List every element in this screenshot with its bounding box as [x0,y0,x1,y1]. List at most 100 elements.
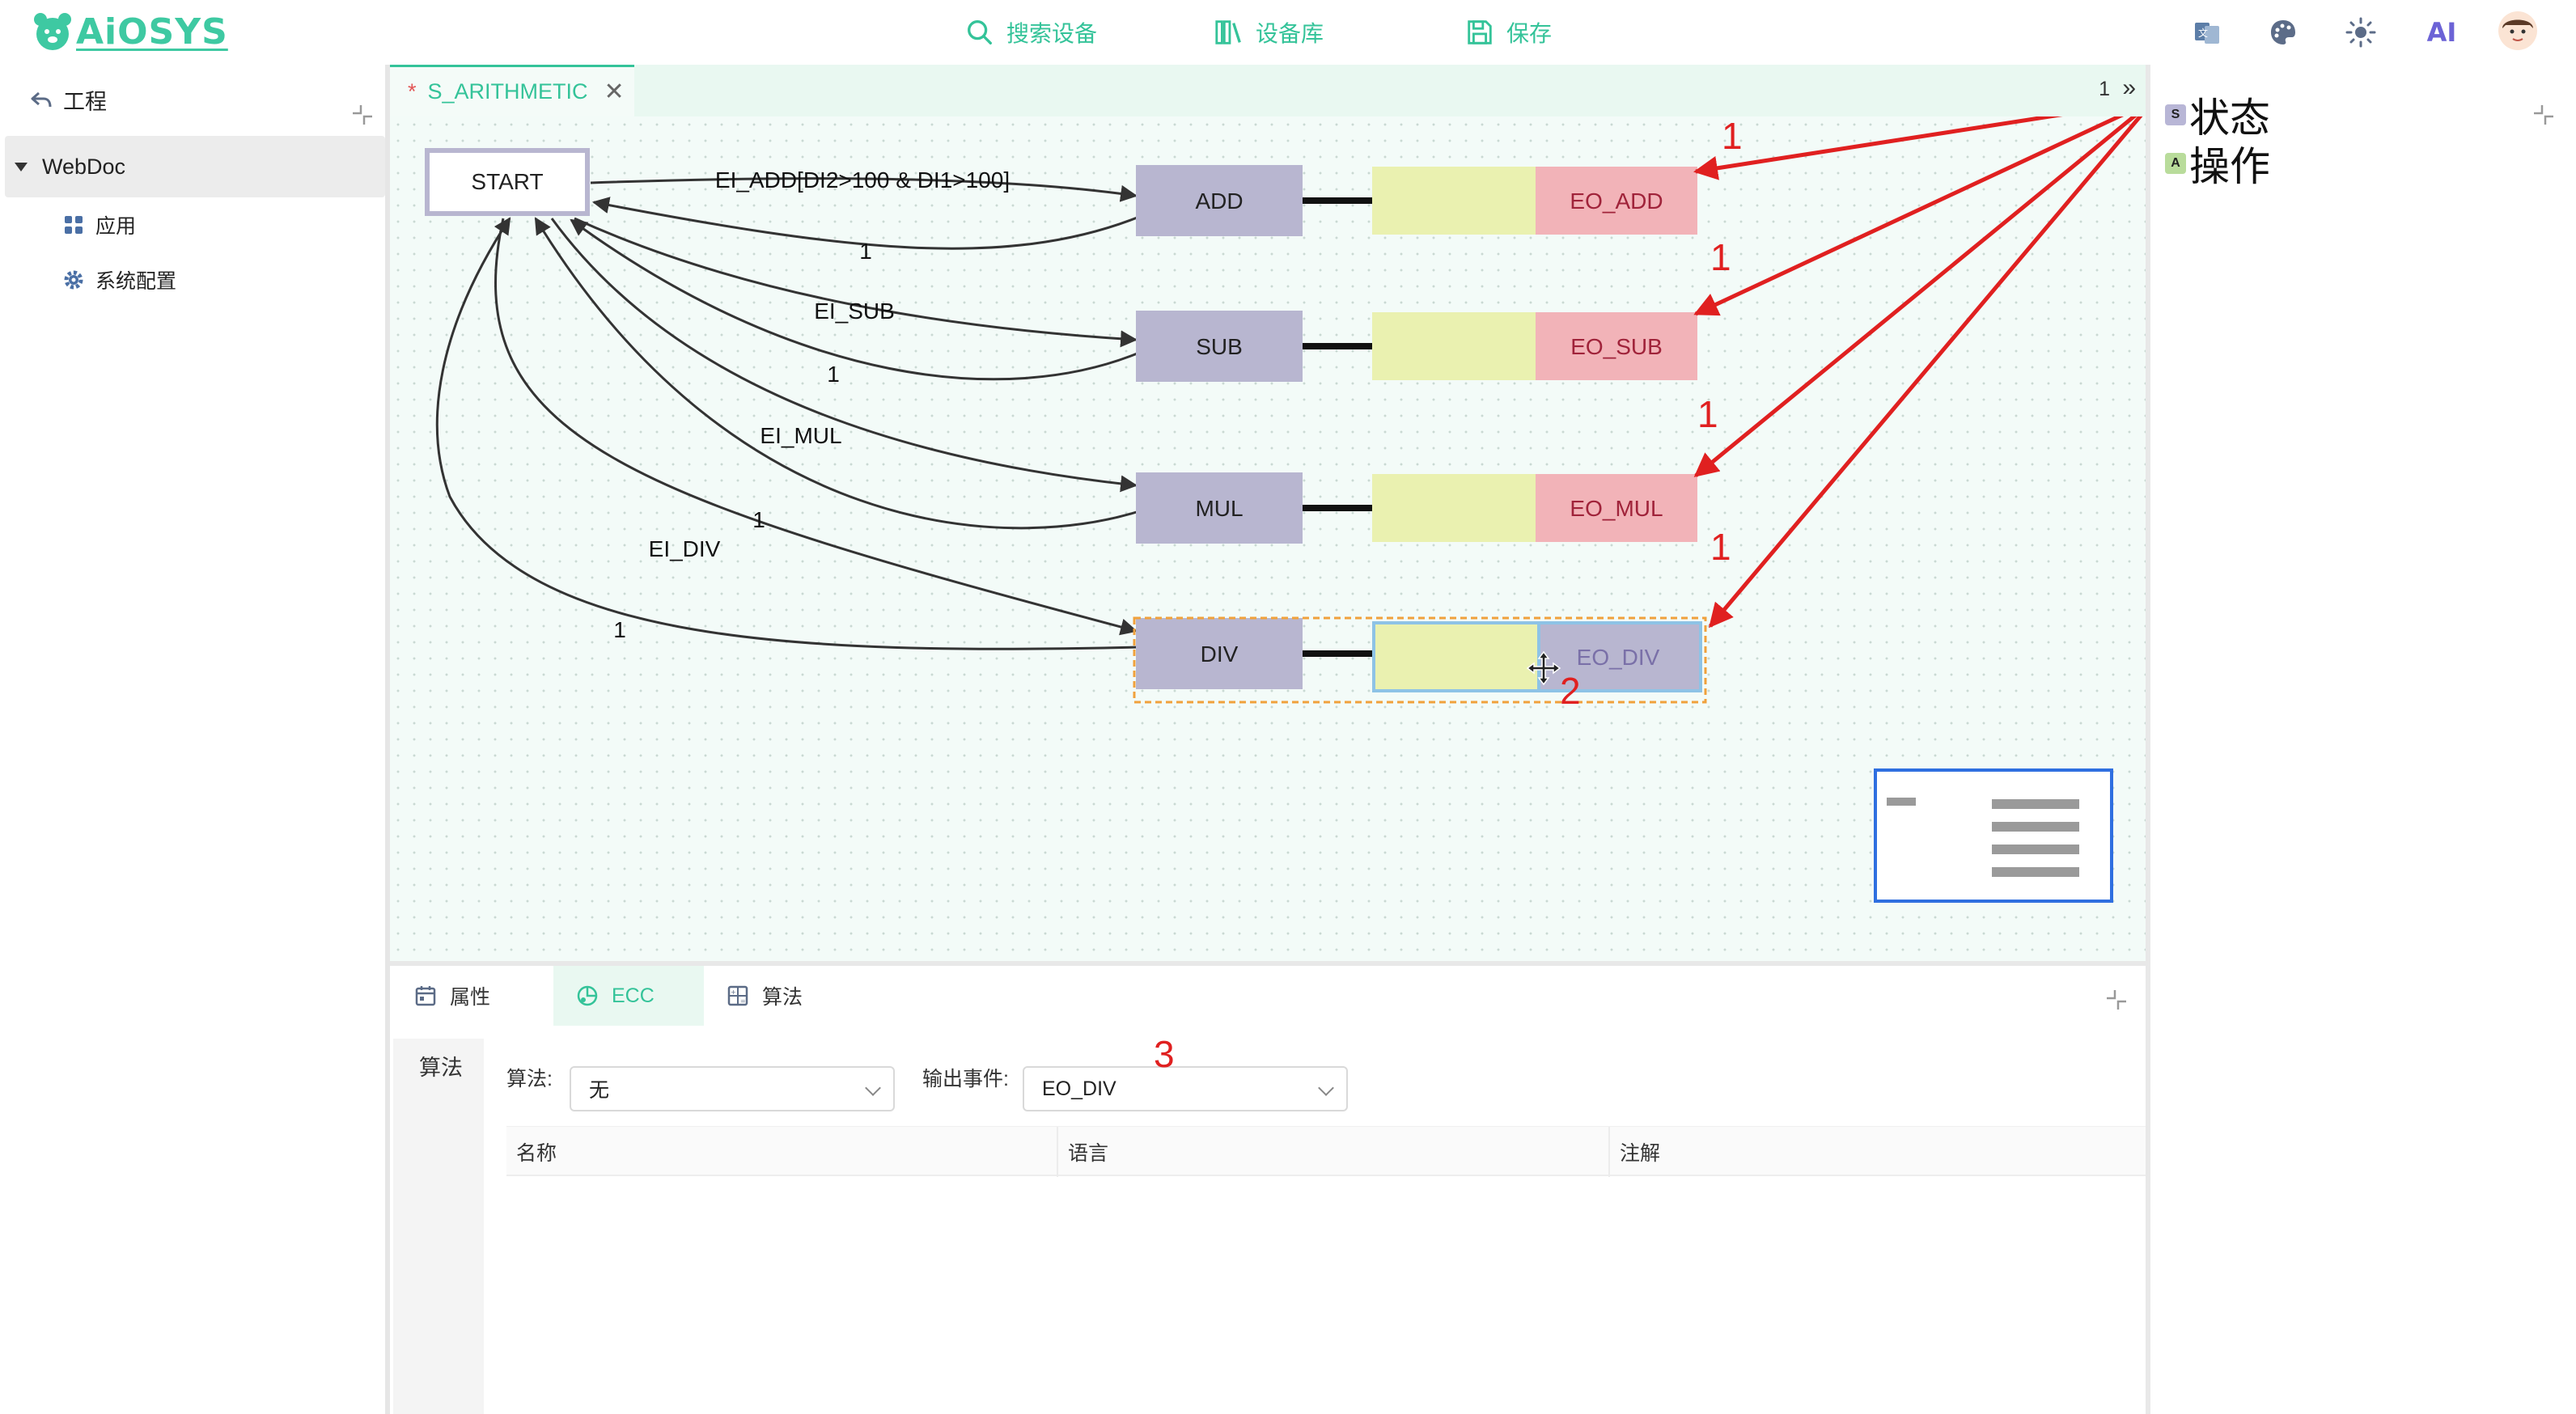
tree-root-webdoc[interactable]: WebDoc [5,136,385,197]
close-tab-icon[interactable]: ✕ [604,78,625,106]
tree-item-system-config[interactable]: 系统配置 [63,262,176,298]
project-sidebar: 工程 WebDoc 应用 系统配置 [0,65,390,1414]
output-event-sub[interactable]: EO_SUB [1536,312,1697,380]
light-mode-button[interactable] [2343,15,2379,50]
logo-text: AiOSYS [76,11,228,53]
gear-icon [64,270,83,290]
output-event-mul-label: EO_MUL [1570,496,1663,521]
search-device-button[interactable]: 搜索设备 [964,0,1097,65]
device-library-label: 设备库 [1256,21,1324,46]
search-icon [968,20,992,44]
column-name[interactable]: 名称 [506,1127,1057,1177]
output-event-sub-label: EO_SUB [1570,334,1663,359]
ai-label: AI [2426,17,2457,48]
project-back-button[interactable]: 工程 [29,83,107,116]
bottom-panel: 属性 ECC + = 算法 算法 算法: 无 输出事件: EO_DIV 3 名称… [390,966,2146,1414]
palette-item-action[interactable]: A 操作 [2165,134,2270,193]
algorithm-slot-add[interactable] [1372,167,1536,235]
algorithm-slot-mul[interactable] [1372,474,1536,542]
modified-marker: * [408,79,417,104]
tab-properties-label: 属性 [450,986,491,1009]
transition-label-div[interactable]: EI_DIV [649,536,721,561]
svg-text:文: 文 [2198,27,2208,39]
algorithm-slot-sub[interactable] [1372,312,1536,380]
svg-text:=: = [740,997,746,1005]
tab-algorithm[interactable]: + = 算法 [704,966,851,1026]
annotation-arrow-mul [1693,116,2137,477]
tree-item-apps[interactable]: 应用 [63,207,136,243]
caret-down-icon[interactable] [15,162,28,171]
chevron-down-icon [865,1080,881,1096]
state-add-label: ADD [1195,188,1243,214]
column-language[interactable]: 语言 [1058,1127,1608,1177]
back-arrow-icon [31,91,52,108]
theme-palette-button[interactable] [2265,15,2301,50]
save-label: 保存 [1506,21,1553,46]
more-tabs-icon[interactable]: » [2122,74,2136,102]
output-event-field-label: 输出事件: [922,1068,1009,1090]
avatar[interactable] [2497,10,2539,52]
side-tab-algorithm[interactable]: 算法 [393,1039,484,1414]
transition-label-sub[interactable]: EI_SUB [814,298,895,324]
tab-label: S_ARITHMETIC [427,79,588,104]
chevron-down-icon [1318,1080,1334,1096]
minimap[interactable] [1874,768,2113,903]
algorithm-table-header: 名称 语言 注解 [506,1126,2146,1177]
logo[interactable]: AiOSYS [31,8,228,55]
start-state[interactable]: START [425,148,590,216]
output-event-add[interactable]: EO_ADD [1536,167,1697,235]
annotation-selected-marker: 2 [1560,670,1581,712]
transition-label-sub-return[interactable]: 1 [827,362,840,387]
transition-label-div-return[interactable]: 1 [613,617,626,642]
translate-button[interactable]: 文 [2189,15,2225,50]
device-library-button[interactable]: 设备库 [1214,0,1324,65]
algorithm-select[interactable]: 无 [570,1066,895,1111]
collapse-right-panel-icon[interactable] [2531,102,2557,128]
ecc-canvas[interactable]: START EI_ADD[DI2>100 & DI1>100] 1 EI_SUB… [390,116,2146,966]
annotation-arrow-div [1709,116,2143,629]
palette-item-action-label: 操作 [2189,144,2270,189]
column-comment[interactable]: 注解 [1610,1127,2146,1177]
top-bar: AiOSYS 搜索设备 设备库 保存 文 AI [0,0,2576,65]
state-sub-label: SUB [1196,334,1243,359]
state-add[interactable]: ADD [1136,165,1303,236]
state-mul[interactable]: MUL [1136,472,1303,544]
output-event-mul[interactable]: EO_MUL [1536,474,1697,542]
transition-label-add[interactable]: EI_ADD[DI2>100 & DI1>100] [715,167,1010,193]
ecc-diagram[interactable]: START EI_ADD[DI2>100 & DI1>100] 1 EI_SUB… [390,116,2146,966]
search-device-label: 搜索设备 [1006,21,1098,46]
annotation-count-sub: 1 [1710,236,1731,278]
save-button[interactable]: 保存 [1464,0,1552,65]
palette-icon [2271,20,2295,44]
transition-label-add-return[interactable]: 1 [859,239,872,264]
translate-icon: 文 [2195,23,2219,44]
palette-panel: S 状态 A 操作 [2146,65,2576,1414]
state-div[interactable]: DIV [1136,618,1303,689]
output-event-div-label: EO_DIV [1577,645,1660,670]
side-tab-algorithm-label: 算法 [419,1056,463,1080]
transition-label-mul[interactable]: EI_MUL [760,423,841,448]
start-state-label: START [471,169,543,194]
state-badge-icon: S [2165,104,2186,125]
tab-properties[interactable]: 属性 [414,966,553,1026]
transition-edge-mul[interactable] [550,218,1138,493]
tab-s-arithmetic[interactable]: * S_ARITHMETIC ✕ [390,65,634,116]
state-mul-label: MUL [1195,496,1243,521]
annotation-count-mul: 1 [1697,393,1718,435]
collapse-sidebar-icon[interactable] [350,102,375,128]
calendar-icon [415,986,436,1006]
algorithm-slot-div[interactable] [1372,621,1540,692]
tab-ecc[interactable]: ECC [553,966,704,1026]
tree-item-system-config-label: 系统配置 [95,270,177,293]
tab-ecc-label: ECC [612,984,655,1007]
transition-label-mul-return[interactable]: 1 [752,507,765,532]
annotation-count-add: 1 [1722,116,1743,157]
apps-icon [65,216,83,234]
ai-button[interactable]: AI [2424,15,2459,50]
collapse-bottom-panel-icon[interactable] [2104,987,2129,1013]
editor-tab-bar: * S_ARITHMETIC ✕ 1 » [390,65,2146,116]
state-div-label: DIV [1201,641,1239,667]
state-sub[interactable]: SUB [1136,311,1303,382]
ecc-icon [577,985,598,1006]
output-event-select[interactable]: EO_DIV [1023,1066,1348,1111]
